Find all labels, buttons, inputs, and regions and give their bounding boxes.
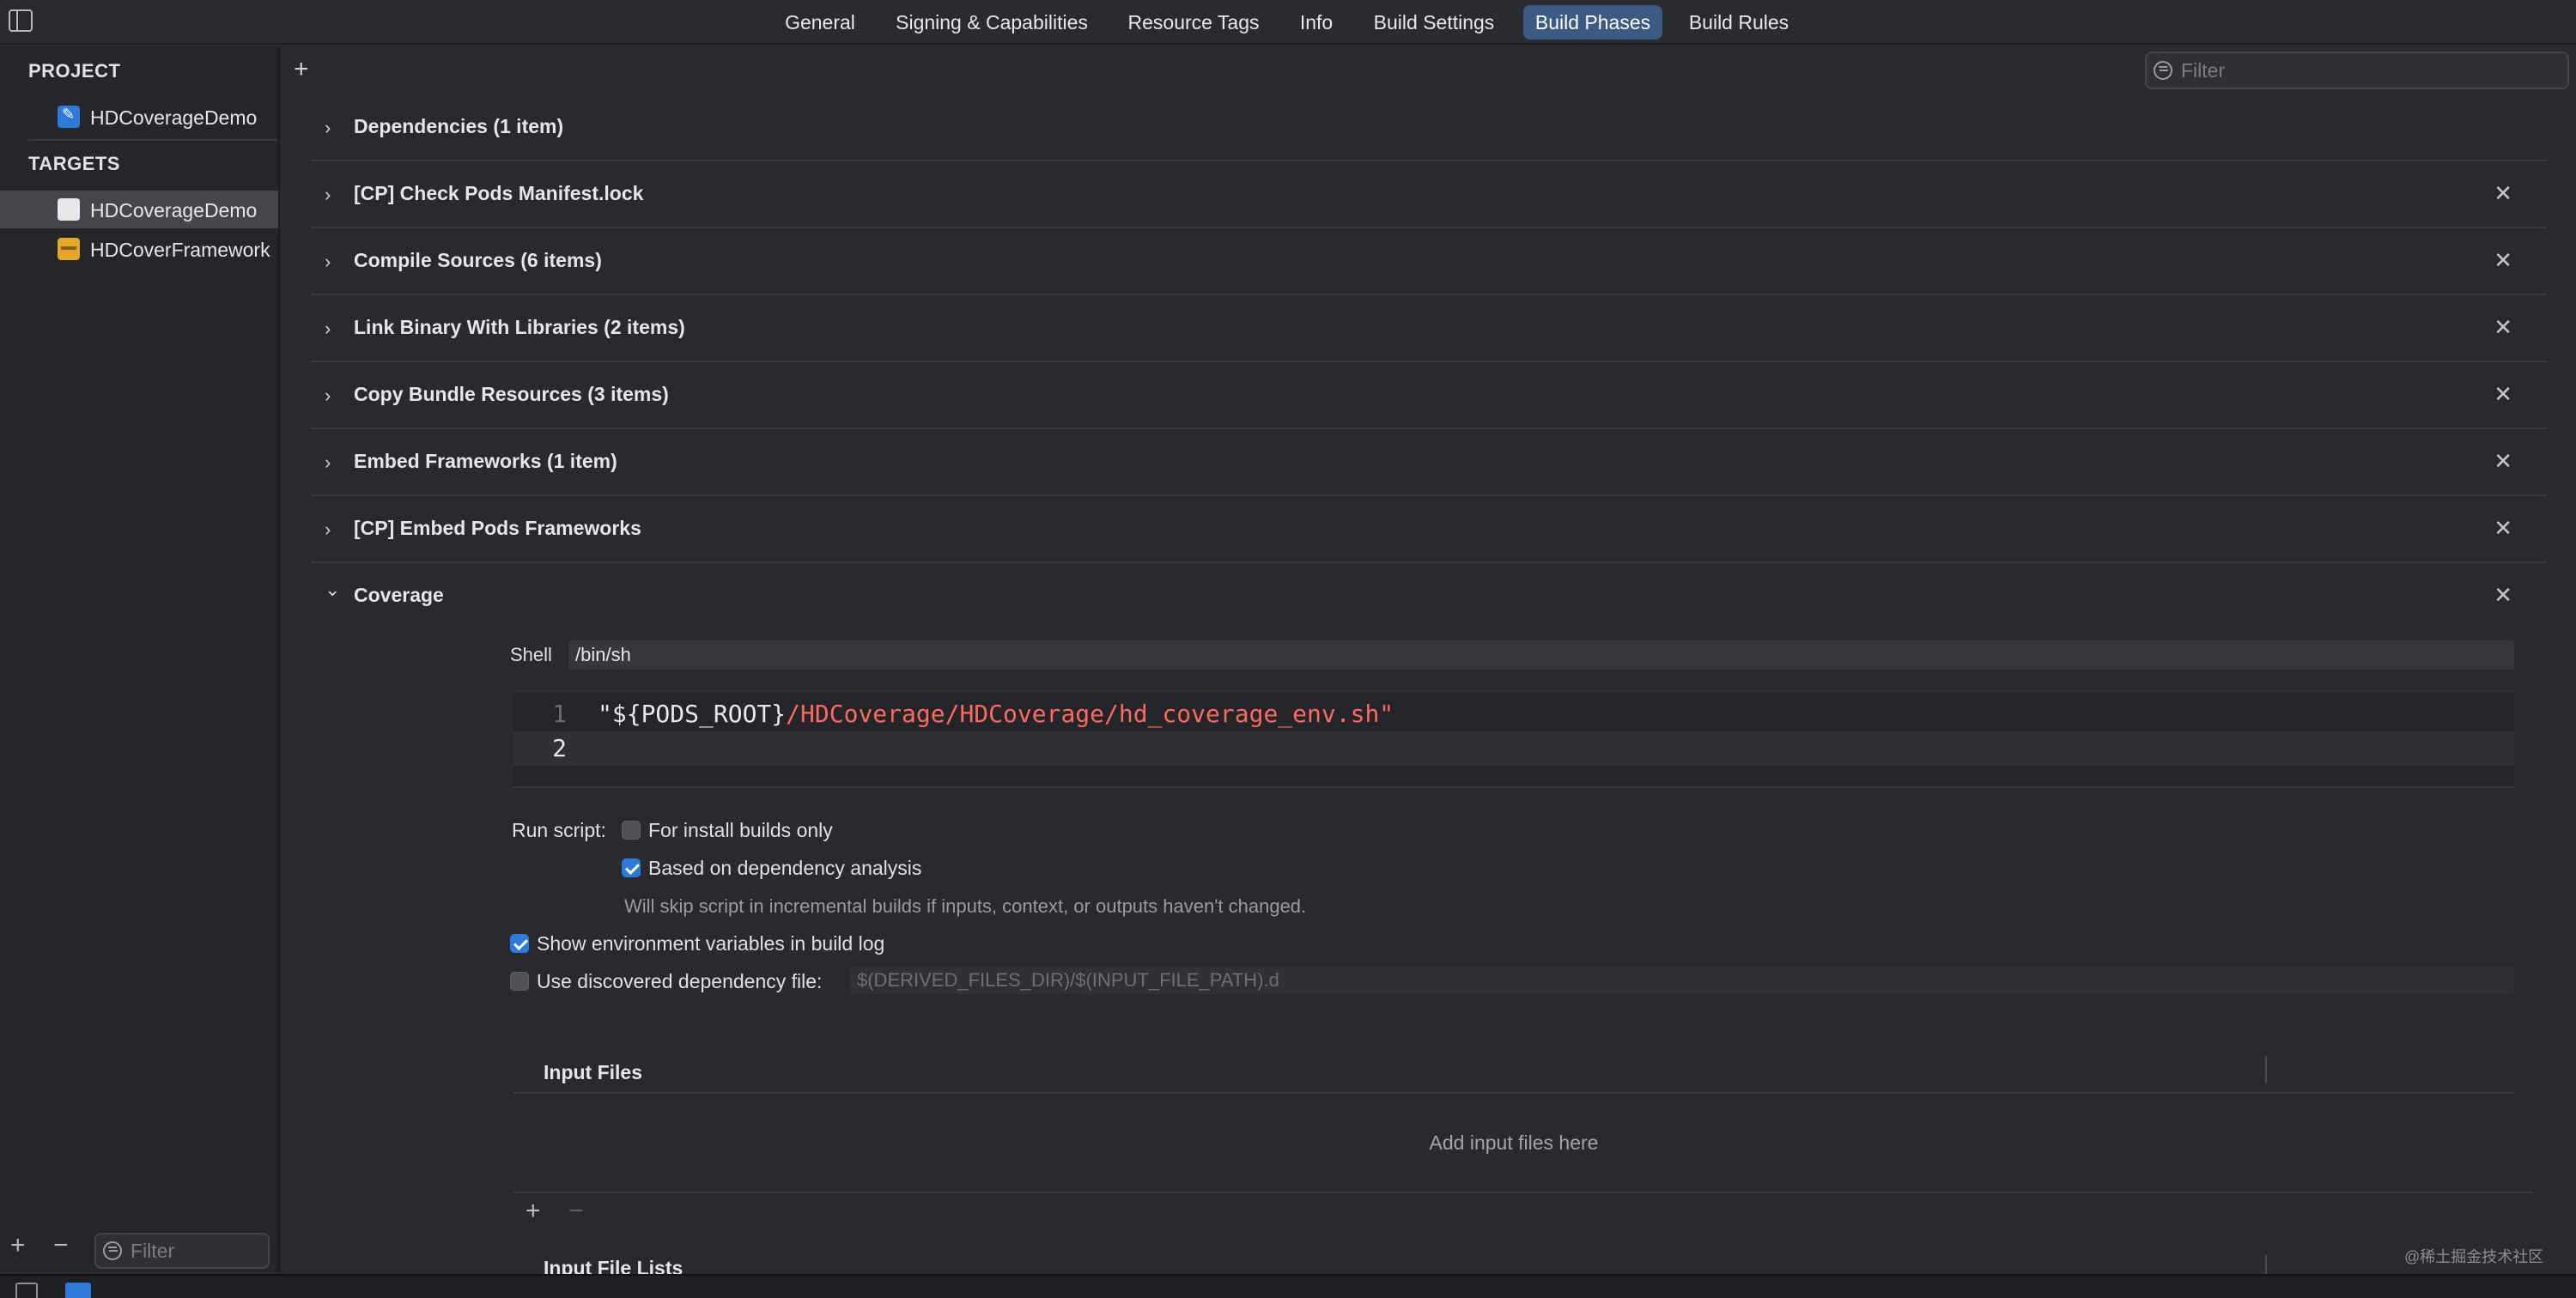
code-line[interactable]: 1 "${PODS_ROOT}/HDCoverage/HDCoverage/hd…	[513, 697, 2514, 731]
close-icon[interactable]: ✕	[2494, 448, 2512, 475]
sidebar-footer: + − Filter	[0, 1219, 278, 1271]
close-icon[interactable]: ✕	[2494, 515, 2512, 542]
panel-toggle-icon[interactable]	[15, 1283, 38, 1298]
dependency-analysis-note: Will skip script in incremental builds i…	[624, 895, 1307, 917]
script-editor[interactable]: 1 "${PODS_ROOT}/HDCoverage/HDCoverage/hd…	[513, 690, 2514, 788]
sidebar-item-target-hdcoverframework[interactable]: HDCoverFramework	[0, 230, 278, 268]
project-heading: PROJECT	[28, 60, 121, 82]
input-files-header: Input Files	[544, 1061, 642, 1083]
chevron-down-icon[interactable]: ⌄	[325, 579, 340, 601]
add-input-file-button[interactable]: +	[526, 1197, 541, 1226]
sidebar-divider	[28, 139, 277, 141]
sidebar-filter-input[interactable]: Filter	[94, 1233, 270, 1269]
install-builds-only-checkbox[interactable]	[622, 821, 641, 840]
phase-compile-sources[interactable]: › Compile Sources (6 items) ✕	[311, 228, 2547, 295]
close-icon[interactable]: ✕	[2494, 314, 2512, 341]
show-env-vars-checkbox[interactable]	[510, 934, 529, 953]
code-text: "${PODS_ROOT}/HDCoverage/HDCoverage/hd_c…	[598, 697, 1394, 731]
phase-title: Compile Sources (6 items)	[354, 249, 602, 271]
add-build-phase-button[interactable]: +	[294, 57, 309, 82]
chevron-right-icon[interactable]: ›	[325, 385, 331, 407]
phase-check-pods-manifest[interactable]: › [CP] Check Pods Manifest.lock ✕	[311, 161, 2547, 228]
chevron-right-icon[interactable]: ›	[325, 519, 331, 541]
run-script-label: Run script:	[512, 819, 606, 841]
tab-build-phases[interactable]: Build Phases	[1523, 5, 1662, 39]
filter-placeholder: Filter	[2181, 59, 2226, 82]
dependency-analysis-label: Based on dependency analysis	[648, 857, 922, 879]
install-builds-only-label: For install builds only	[648, 819, 833, 841]
tab-build-settings[interactable]: Build Settings	[1364, 5, 1504, 39]
build-phases-filter-input[interactable]: Filter	[2145, 52, 2569, 89]
column-separator[interactable]	[2265, 1056, 2267, 1083]
dependency-file-input[interactable]: $(DERIVED_FILES_DIR)/$(INPUT_FILE_PATH).…	[850, 967, 2514, 994]
line-number: 1	[552, 700, 567, 728]
tab-build-rules[interactable]: Build Rules	[1683, 5, 1795, 39]
shell-input[interactable]: /bin/sh	[568, 640, 2514, 670]
sidebar-toggle-icon[interactable]	[9, 9, 33, 32]
chevron-right-icon[interactable]: ›	[325, 318, 331, 340]
code-token-string: /HDCoverage/HDCoverage/hd_coverage_env.s…	[786, 700, 1394, 728]
sidebar-item-target-hdcoveragedemo[interactable]: HDCoverageDemo	[0, 191, 278, 228]
code-line-current[interactable]: 2	[513, 731, 2514, 766]
input-files-list[interactable]: Add input files here	[513, 1095, 2533, 1193]
code-token-plain: "${PODS_ROOT}	[598, 700, 787, 728]
chevron-right-icon[interactable]: ›	[325, 452, 331, 474]
line-number: 2	[552, 734, 567, 762]
project-file-icon	[58, 106, 80, 128]
input-files-empty-hint: Add input files here	[1429, 1131, 1599, 1154]
show-env-vars-label: Show environment variables in build log	[537, 932, 885, 955]
filter-placeholder: Filter	[131, 1240, 175, 1262]
phase-title: Copy Bundle Resources (3 items)	[354, 383, 669, 405]
use-dep-file-checkbox[interactable]	[510, 972, 529, 991]
column-separator[interactable]	[2265, 1255, 2267, 1274]
phase-title: Link Binary With Libraries (2 items)	[354, 316, 685, 338]
add-target-button[interactable]: +	[10, 1233, 26, 1259]
tab-general[interactable]: General	[777, 5, 863, 39]
dependency-analysis-checkbox[interactable]	[622, 858, 641, 877]
close-icon[interactable]: ✕	[2494, 381, 2512, 408]
sidebar-item-project[interactable]: HDCoverageDemo	[0, 98, 278, 136]
top-tab-bar: General Signing & Capabilities Resource …	[0, 0, 2576, 45]
active-panel-icon[interactable]	[65, 1283, 91, 1298]
sidebar-item-label: HDCoverFramework	[90, 239, 270, 261]
chevron-right-icon[interactable]: ›	[325, 184, 331, 206]
tab-info[interactable]: Info	[1290, 5, 1343, 39]
shell-label: Shell	[510, 644, 552, 665]
sidebar-item-label: HDCoverageDemo	[90, 106, 258, 129]
status-bar	[0, 1274, 2576, 1298]
app-target-icon	[58, 198, 80, 221]
phase-title: Coverage	[354, 584, 444, 606]
close-icon[interactable]: ✕	[2494, 180, 2512, 207]
project-navigator-sidebar: PROJECT HDCoverageDemo TARGETS HDCoverag…	[0, 46, 280, 1272]
remove-input-file-button[interactable]: −	[568, 1197, 584, 1226]
framework-toolbox-icon	[58, 238, 80, 260]
phase-embed-pods-frameworks[interactable]: › [CP] Embed Pods Frameworks ✕	[311, 496, 2547, 563]
close-icon[interactable]: ✕	[2494, 582, 2512, 609]
phase-title: [CP] Check Pods Manifest.lock	[354, 182, 644, 204]
phase-title: [CP] Embed Pods Frameworks	[354, 517, 641, 539]
phase-title: Embed Frameworks (1 item)	[354, 450, 617, 472]
tab-resource-tags[interactable]: Resource Tags	[1121, 5, 1267, 39]
tab-signing-capabilities[interactable]: Signing & Capabilities	[884, 5, 1099, 39]
input-files-table-header: Input Files	[513, 1052, 2514, 1094]
chevron-right-icon[interactable]: ›	[325, 251, 331, 273]
phase-coverage[interactable]: ⌄ Coverage ✕	[311, 563, 2547, 630]
targets-heading: TARGETS	[28, 153, 120, 174]
phase-title: Dependencies (1 item)	[354, 115, 564, 137]
use-dep-file-label: Use discovered dependency file:	[537, 970, 823, 992]
phase-link-binary[interactable]: › Link Binary With Libraries (2 items) ✕	[311, 295, 2547, 362]
phase-copy-bundle-resources[interactable]: › Copy Bundle Resources (3 items) ✕	[311, 362, 2547, 429]
phase-embed-frameworks[interactable]: › Embed Frameworks (1 item) ✕	[311, 429, 2547, 496]
sidebar-item-label: HDCoverageDemo	[90, 199, 258, 221]
phase-dependencies[interactable]: › Dependencies (1 item)	[311, 94, 2547, 161]
remove-target-button[interactable]: −	[53, 1233, 69, 1259]
filter-icon	[103, 1241, 122, 1260]
chevron-right-icon[interactable]: ›	[325, 117, 331, 139]
close-icon[interactable]: ✕	[2494, 247, 2512, 274]
watermark: @稀土掘金技术社区	[2404, 1248, 2544, 1265]
filter-icon	[2154, 61, 2172, 80]
